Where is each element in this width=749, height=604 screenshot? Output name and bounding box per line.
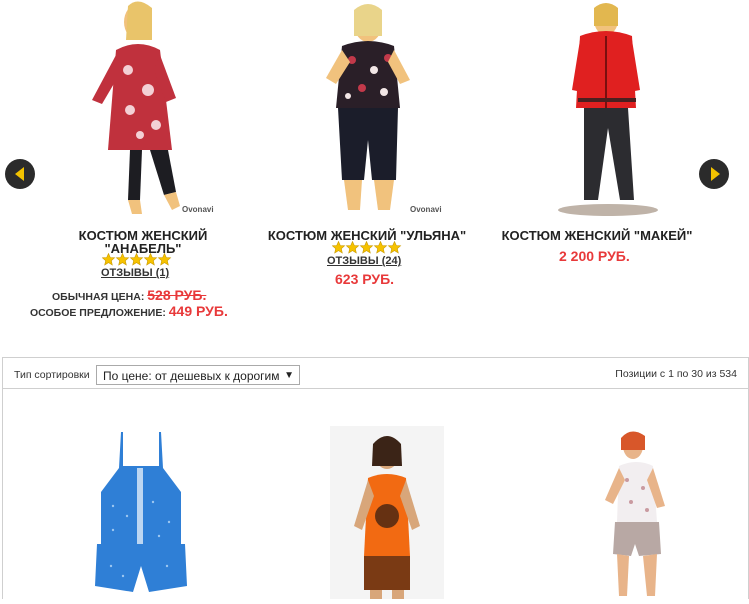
carousel-prev-button[interactable]	[5, 159, 35, 189]
regular-price: 528 РУБ.	[147, 287, 207, 303]
product-photo	[326, 4, 410, 210]
chevron-right-icon	[711, 167, 720, 181]
reviews-link[interactable]: ОТЗЫВЫ (1)	[101, 267, 169, 279]
rating-stars	[331, 240, 402, 254]
regular-price-label: ОБЫЧНАЯ ЦЕНА:	[52, 291, 145, 303]
rating-stars	[101, 252, 172, 266]
product-name[interactable]: КОСТЮМ ЖЕНСКИЙ "АНАБЕЛЬ"	[40, 229, 246, 255]
sort-toolbar: Тип сортировки По цене: от дешевых к дор…	[2, 357, 749, 389]
product-image[interactable]	[528, 0, 676, 216]
product-image[interactable]: Ovonavi	[68, 0, 216, 216]
product-photo	[605, 431, 665, 596]
product-price: 2 200 РУБ.	[559, 248, 630, 264]
sort-select-value: По цене: от дешевых к дорогим	[103, 369, 280, 383]
product-photo	[558, 3, 658, 216]
special-price-row: ОСОБОЕ ПРЕДЛОЖЕНИЕ: 449 РУБ.	[30, 303, 228, 319]
grid-product-image-3[interactable]	[591, 426, 687, 599]
product-photo	[92, 1, 180, 214]
grid-product-image-1[interactable]	[83, 426, 199, 599]
product-carousel: Ovonavi КОСТЮМ ЖЕНСКИЙ "АНАБЕЛЬ" ОТЗЫВЫ …	[0, 0, 749, 345]
product-image[interactable]: Ovonavi	[296, 0, 444, 216]
watermark: Ovonavi	[182, 205, 214, 214]
reviews-link[interactable]: ОТЗЫВЫ (24)	[327, 255, 401, 267]
regular-price-row: ОБЫЧНАЯ ЦЕНА: 528 РУБ.	[52, 287, 206, 303]
product-photo	[354, 436, 420, 599]
special-price: 449 РУБ.	[168, 303, 228, 319]
product-price: 623 РУБ.	[335, 271, 395, 287]
sort-label: Тип сортировки	[14, 369, 90, 381]
carousel-next-button[interactable]	[699, 159, 729, 189]
sort-select[interactable]: По цене: от дешевых к дорогим ▼	[96, 365, 300, 385]
positions-count: Позиции с 1 по 30 из 534	[615, 368, 737, 380]
special-price-label: ОСОБОЕ ПРЕДЛОЖЕНИЕ:	[30, 307, 166, 319]
product-grid	[2, 388, 749, 599]
product-name[interactable]: КОСТЮМ ЖЕНСКИЙ "МАКЕЙ"	[494, 229, 700, 242]
caret-down-icon: ▼	[284, 370, 294, 381]
grid-product-image-2[interactable]	[330, 426, 444, 599]
product-photo	[95, 432, 187, 592]
chevron-left-icon	[15, 167, 24, 181]
watermark: Ovonavi	[410, 205, 442, 214]
